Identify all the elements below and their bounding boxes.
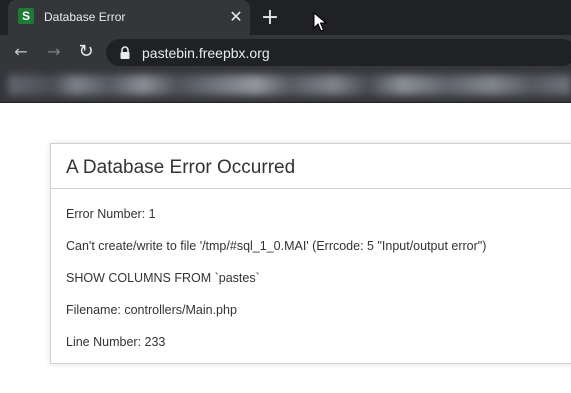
mouse-cursor-icon xyxy=(313,12,327,32)
page-title: A Database Error Occurred xyxy=(66,157,296,178)
chrome-divider xyxy=(0,102,571,103)
error-message: Can't create/write to file '/tmp/#sql_1_… xyxy=(66,239,487,253)
forward-icon[interactable]: → xyxy=(42,40,66,64)
lock-icon xyxy=(120,46,130,59)
address-bar[interactable]: pastebin.freepbx.org xyxy=(106,39,571,66)
tab-title: Database Error xyxy=(44,10,126,24)
new-tab-button[interactable]: + xyxy=(260,7,280,29)
reload-icon[interactable]: ↻ xyxy=(74,40,98,64)
browser-toolbar: ← → ↻ pastebin.freepbx.org xyxy=(0,35,571,69)
back-icon[interactable]: ← xyxy=(9,40,33,64)
favicon-icon: S xyxy=(18,8,34,24)
browser-tab[interactable]: S Database Error ✕ xyxy=(8,0,250,35)
error-filename: Filename: controllers/Main.php xyxy=(66,303,237,317)
bookmarks-bar xyxy=(0,69,571,102)
panel-heading: A Database Error Occurred xyxy=(51,144,571,189)
error-panel: A Database Error Occurred Error Number: … xyxy=(50,143,571,364)
error-number: Error Number: 1 xyxy=(66,207,156,221)
bookmarks-blurred xyxy=(8,75,571,95)
tab-strip: S Database Error ✕ + xyxy=(0,0,571,35)
url-text[interactable]: pastebin.freepbx.org xyxy=(142,44,270,62)
error-line-number: Line Number: 233 xyxy=(66,335,166,349)
close-icon[interactable]: ✕ xyxy=(228,9,244,25)
error-query: SHOW COLUMNS FROM `pastes` xyxy=(66,271,260,285)
